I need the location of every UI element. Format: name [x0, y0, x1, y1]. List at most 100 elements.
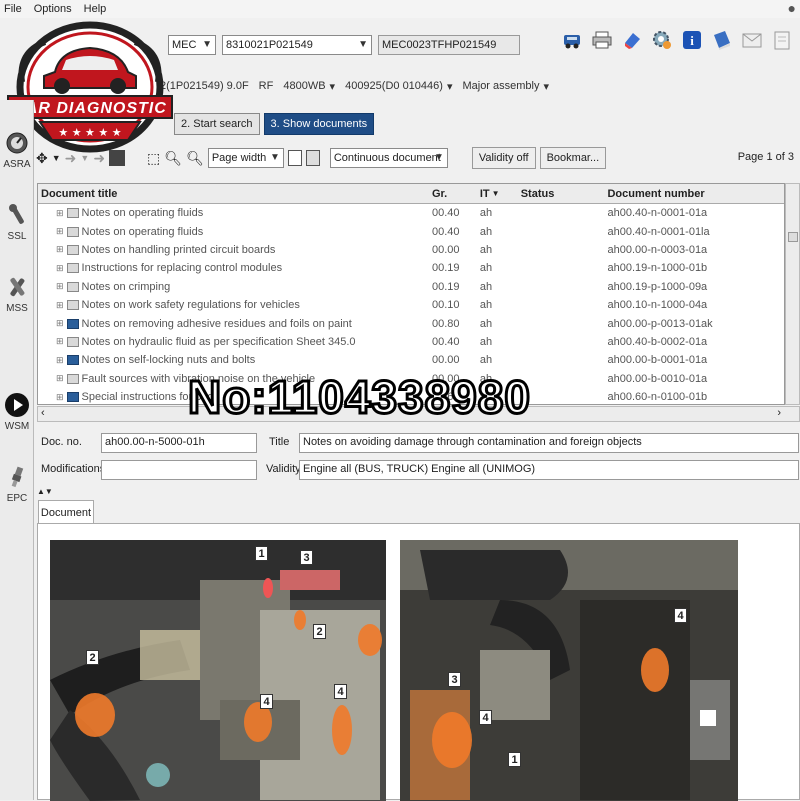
- cell-it: ah: [479, 335, 493, 348]
- engine-photo-right: [400, 540, 738, 801]
- folder-icon: [66, 392, 79, 403]
- doc-no-field: ah00.00-n-5000-01h: [101, 433, 257, 453]
- cell-number: ah00.19-p-1000-09a: [607, 280, 708, 293]
- chevron-down-icon[interactable]: ▾: [330, 80, 336, 93]
- folder-icon: [66, 300, 79, 311]
- mail-icon[interactable]: [740, 28, 764, 52]
- forward-arrow-icon[interactable]: ➜: [93, 150, 105, 167]
- step-tabs: 2. Start search 3. Show documents: [174, 113, 375, 135]
- cell-title: ⊞ Notes on operating fluids: [38, 204, 429, 222]
- table-row[interactable]: ⊞ Notes on hydraulic fluid as per specifi…: [38, 333, 784, 351]
- cell-number: ah00.60-n-0100-01b: [607, 391, 708, 404]
- table-row[interactable]: ⊞ Notes on operating fluids 00.40 ah ah00.40…: [38, 222, 784, 240]
- column-header-number[interactable]: Document number: [604, 184, 784, 203]
- scroll-right-icon[interactable]: ›: [777, 407, 781, 419]
- modifications-field: [101, 460, 257, 480]
- zoom-icon[interactable]: 🔍︎: [164, 150, 182, 167]
- folder-icon: [66, 318, 79, 329]
- cell-number: ah00.10-n-1000-04a: [607, 299, 708, 312]
- sort-arrow-icon: ▼: [491, 189, 500, 198]
- table-row[interactable]: ⊞ Notes on handling printed circuit board…: [38, 241, 784, 259]
- table-row[interactable]: ⊞ Notes on self-locking nuts and bolts 00.…: [38, 351, 784, 369]
- column-header-it[interactable]: IT ▼: [477, 184, 518, 203]
- two-page-icon[interactable]: [305, 150, 320, 166]
- cell-title: ⊞ Notes on hydraulic fluid as per specifi…: [38, 333, 429, 351]
- tree-expand-icon[interactable]: ⊞: [56, 226, 64, 237]
- sidebar-item-wsm[interactable]: WSM: [0, 392, 34, 432]
- sidebar-item-asra[interactable]: ASRA: [0, 130, 34, 170]
- splitter-handle[interactable]: ▲▼: [37, 487, 53, 496]
- cell-status: [518, 333, 605, 351]
- cell-status: [518, 222, 605, 240]
- callout-marker: 3: [448, 672, 461, 687]
- zoom-select[interactable]: Page width ▼: [207, 148, 284, 168]
- select-text-icon[interactable]: ⬚: [147, 150, 160, 167]
- manual-book-icon[interactable]: [710, 28, 734, 52]
- tree-expand-icon[interactable]: ⊞: [56, 281, 64, 292]
- sidebar-item-mss[interactable]: MSS: [0, 274, 34, 314]
- navigate-icon[interactable]: ✥: [36, 150, 48, 167]
- tree-expand-icon[interactable]: ⊞: [56, 336, 64, 347]
- cell-title-text: Notes on operating fluids: [81, 207, 204, 220]
- watermark-text: No:1104338980: [187, 370, 532, 425]
- cell-title: ⊞ Notes on work safety regulations for ve…: [38, 296, 429, 314]
- zoom-in-icon[interactable]: 🔍︎: [186, 150, 204, 167]
- tree-expand-icon[interactable]: ⊞: [56, 300, 64, 311]
- cell-title: ⊞ Notes on operating fluids: [38, 222, 429, 240]
- chevron-down-icon[interactable]: ▼: [80, 153, 89, 163]
- cell-title: ⊞ Notes on removing adhesive residues and…: [38, 314, 429, 332]
- sidebar-item-epc[interactable]: EPC: [0, 464, 34, 504]
- settings-gear-icon[interactable]: [650, 28, 674, 52]
- vin-combo[interactable]: 8310021P021549 ▼: [222, 35, 372, 55]
- table-row[interactable]: ⊞ Notes on operating fluids 00.40 ah ah00.40…: [38, 204, 784, 222]
- tree-expand-icon[interactable]: ⊞: [56, 373, 64, 384]
- info-icon[interactable]: i: [680, 28, 704, 52]
- eraser-icon[interactable]: [620, 28, 644, 52]
- print-icon[interactable]: [590, 28, 614, 52]
- column-header-group[interactable]: Gr.: [429, 184, 477, 203]
- validity-button[interactable]: Validity off: [471, 147, 536, 169]
- title-field: Notes on avoiding damage through contami…: [299, 433, 799, 453]
- cell-group: 00.00: [431, 243, 460, 256]
- cell-number: ah00.40-n-0001-01la: [607, 225, 710, 238]
- save-icon[interactable]: [109, 150, 126, 166]
- column-header-title[interactable]: Document title: [38, 184, 429, 203]
- chevron-down-icon: ▼: [269, 152, 280, 163]
- modifications-label: Modifications: [41, 463, 106, 475]
- folder-icon: [66, 226, 79, 237]
- column-header-status[interactable]: Status: [518, 184, 605, 203]
- gauge-icon: [4, 130, 30, 156]
- chevron-down-icon[interactable]: ▼: [52, 153, 61, 163]
- help-book-icon[interactable]: [770, 28, 794, 52]
- table-row[interactable]: ⊞ Instructions for replacing control modu…: [38, 259, 784, 277]
- chevron-down-icon[interactable]: ▾: [544, 80, 550, 93]
- sidebar-label: ASRA: [3, 159, 31, 170]
- table-row[interactable]: ⊞ Notes on crimping 00.19 ah ah00.19-p-1000-…: [38, 278, 784, 296]
- vehicle-info-item: Major assembly: [462, 80, 540, 92]
- tree-expand-icon[interactable]: ⊞: [56, 244, 64, 255]
- vehicle-icon[interactable]: [560, 28, 584, 52]
- single-page-icon[interactable]: [287, 150, 302, 166]
- scroll-left-icon[interactable]: ‹: [41, 407, 45, 419]
- table-row[interactable]: ⊞ Notes on removing adhesive residues and…: [38, 314, 784, 332]
- folder-icon: [66, 281, 79, 292]
- tree-expand-icon[interactable]: ⊞: [56, 318, 64, 329]
- tree-expand-icon[interactable]: ⊞: [56, 263, 64, 274]
- tree-expand-icon[interactable]: ⊞: [56, 355, 64, 366]
- view-mode-select[interactable]: Continuous document ▼: [329, 148, 448, 168]
- table-vertical-scrollbar[interactable]: [785, 183, 800, 405]
- back-arrow-icon[interactable]: ➜: [65, 150, 77, 167]
- cell-group: 00.10: [431, 299, 460, 312]
- tab-show-documents[interactable]: 3. Show documents: [263, 113, 375, 135]
- window-controls-icon[interactable]: ●: [788, 0, 796, 16]
- chevron-down-icon[interactable]: ▾: [447, 80, 453, 93]
- sidebar-item-ssl[interactable]: SSL: [0, 202, 34, 242]
- bookmark-button[interactable]: Bookmar...: [539, 147, 607, 169]
- tree-expand-icon[interactable]: ⊞: [56, 208, 64, 219]
- tree-expand-icon[interactable]: ⊞: [56, 392, 64, 403]
- tab-start-search[interactable]: 2. Start search: [174, 113, 260, 135]
- cell-it: ah: [479, 225, 493, 238]
- tab-document[interactable]: Document: [38, 500, 94, 524]
- folder-icon: [66, 263, 79, 274]
- table-row[interactable]: ⊞ Notes on work safety regulations for ve…: [38, 296, 784, 314]
